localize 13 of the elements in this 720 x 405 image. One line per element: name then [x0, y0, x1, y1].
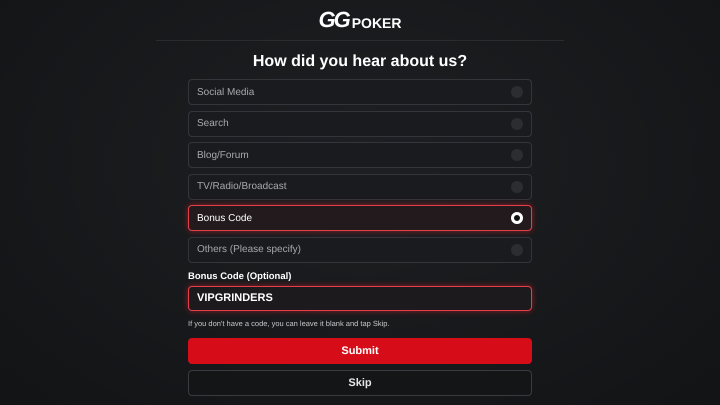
form-title: How did you hear about us?: [252, 53, 468, 71]
logo: GG POKER: [318, 9, 402, 31]
option-row[interactable]: Social Media: [188, 79, 532, 105]
bonus-code-field[interactable]: VIPGRINDERS: [188, 286, 532, 311]
field-label: Bonus Code (Optional): [188, 270, 292, 282]
skip-button[interactable]: Skip: [188, 370, 532, 396]
option-row[interactable]: Others (Please specify): [188, 236, 532, 263]
option-row[interactable]: Blog/Forum: [188, 142, 532, 168]
option-row[interactable]: TV/Radio/Broadcast: [188, 174, 532, 200]
radio-button[interactable]: [511, 212, 523, 224]
option-row[interactable]: Search: [188, 110, 532, 137]
submit-button[interactable]: Submit: [188, 338, 532, 364]
option-row[interactable]: Bonus Code: [188, 205, 532, 232]
